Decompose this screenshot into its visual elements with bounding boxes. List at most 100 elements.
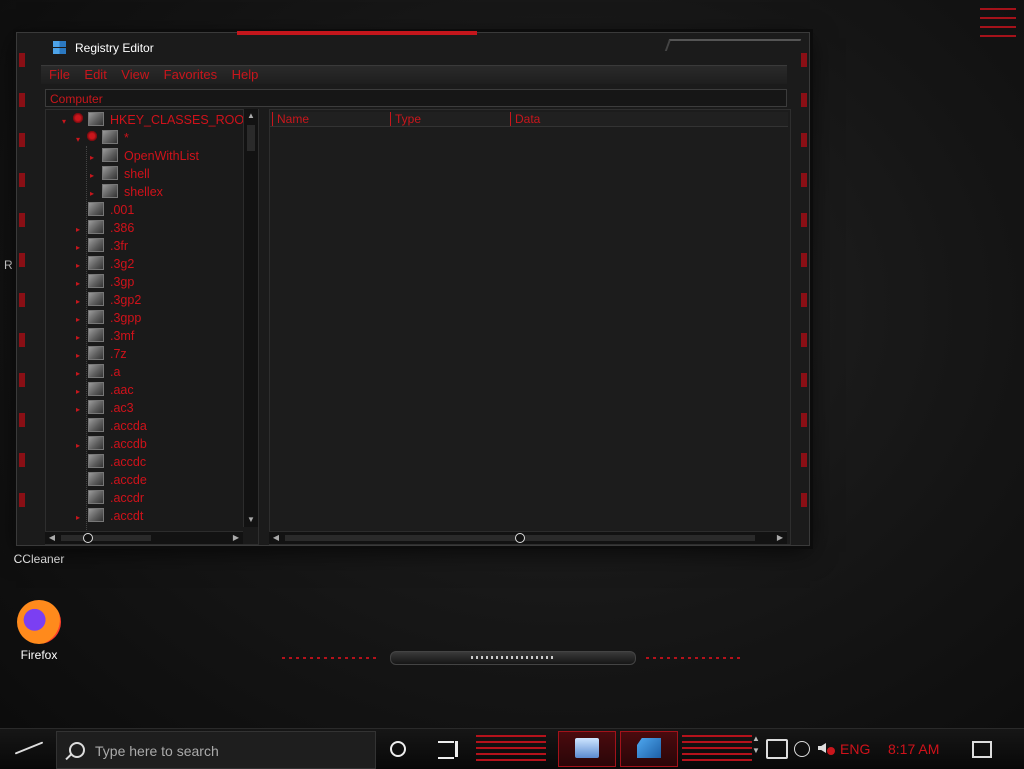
tree-node-label: shell	[124, 167, 150, 181]
menu-edit[interactable]: Edit	[84, 66, 106, 84]
tree-node-label: .accdc	[110, 455, 147, 469]
tree-node[interactable]: .accdr	[76, 489, 144, 507]
firefox-icon	[17, 600, 61, 644]
tree-node-label: .386	[110, 221, 135, 235]
tree-node[interactable]: ▸ .3fr	[76, 237, 128, 255]
title-bar[interactable]: Registry Editor	[17, 33, 809, 61]
tree-node[interactable]: ▸ .386	[76, 219, 134, 237]
scroll-left-arrow-icon[interactable]: ◀	[47, 533, 57, 543]
folder-icon	[88, 508, 104, 522]
network-globe-icon[interactable]	[794, 741, 810, 757]
taskbar-app-registry-editor[interactable]	[620, 731, 678, 767]
scroll-right-arrow-icon[interactable]: ▶	[775, 533, 785, 543]
tree-node-label: HKEY_CLASSES_ROO	[110, 113, 245, 127]
security-shield-icon[interactable]	[766, 739, 788, 759]
taskbar: Type here to search ▲ ▼ ENG 8:17 AM	[0, 728, 1024, 769]
window-caption-buttons[interactable]	[664, 39, 802, 51]
folder-icon	[88, 454, 104, 468]
tree-node[interactable]: ▸ .a	[76, 363, 120, 381]
scroll-grip-icon[interactable]	[83, 533, 93, 543]
column-header-data[interactable]: Data	[510, 112, 785, 126]
tree-horizontal-scrollbar[interactable]: ◀ ▶	[45, 531, 243, 544]
tree-node[interactable]: ▸ .3g2	[76, 255, 134, 273]
tree-vertical-scrollbar[interactable]: ▲ ▼	[243, 109, 258, 527]
value-list-pane[interactable]: Name Type Data	[269, 109, 791, 545]
wallpaper-dock-bar	[390, 651, 636, 665]
folder-icon	[88, 346, 104, 360]
address-text: Computer	[50, 92, 103, 106]
folder-icon	[102, 130, 118, 144]
tree-expander-icon[interactable]: ▾	[62, 113, 72, 131]
list-horizontal-scrollbar[interactable]: ◀ ▶	[269, 531, 787, 544]
menu-bar: File Edit View Favorites Help	[41, 65, 787, 84]
tree-expander-icon[interactable]: ▾	[76, 131, 86, 149]
start-button[interactable]	[4, 733, 52, 763]
tree-node-label: .accdb	[110, 437, 147, 451]
scroll-left-arrow-icon[interactable]: ◀	[271, 533, 281, 543]
tree-node[interactable]: ▸ .aac	[76, 381, 134, 399]
tree-node-label: .ac3	[110, 401, 134, 415]
menu-help[interactable]: Help	[232, 66, 259, 84]
input-language[interactable]: ENG	[840, 741, 870, 757]
key-tree-pane[interactable]: ▾ HKEY_CLASSES_ROO ▾ * ▸ OpenWithList ▸ shell ▸ s…	[45, 109, 259, 545]
tree-node-label: .3gpp	[110, 311, 142, 325]
cortana-icon[interactable]	[390, 741, 406, 757]
tree-node[interactable]: ▸ .3gp	[76, 273, 134, 291]
desktop-icon-firefox[interactable]: Firefox	[8, 600, 70, 662]
tree-node[interactable]: ▸ .3gp2	[76, 291, 141, 309]
scroll-thumb[interactable]	[247, 125, 255, 151]
folder-icon	[88, 220, 104, 234]
menu-view[interactable]: View	[121, 66, 149, 84]
tree-node[interactable]: ▾ *	[76, 129, 129, 147]
menu-favorites[interactable]: Favorites	[164, 66, 217, 84]
folder-icon	[88, 328, 104, 342]
tree-node-label: .3fr	[110, 239, 129, 253]
tree-expander-icon[interactable]: ▸	[76, 509, 86, 527]
task-view-icon[interactable]	[438, 741, 458, 759]
registry-editor-icon	[637, 738, 661, 758]
notification-center-icon[interactable]	[972, 741, 992, 758]
taskbar-decoration	[682, 735, 752, 761]
tree-node[interactable]: ▸ .accdt	[76, 507, 143, 525]
folder-icon	[88, 112, 104, 126]
scroll-thumb[interactable]	[61, 535, 151, 541]
tree-node[interactable]: .accda	[76, 417, 147, 435]
taskbar-search-box[interactable]: Type here to search	[56, 731, 376, 769]
tree-node[interactable]: ▸ .3gpp	[76, 309, 141, 327]
menu-file[interactable]: File	[49, 66, 70, 84]
tree-node[interactable]: ▸ .accdb	[76, 435, 147, 453]
column-header-type[interactable]: Type	[390, 112, 505, 126]
folder-icon	[88, 382, 104, 396]
desktop-icon-ccleaner[interactable]: CCleaner	[8, 552, 70, 566]
speaker-icon[interactable]	[818, 743, 826, 753]
tree-node[interactable]: .accde	[76, 471, 147, 489]
desktop-icon-label: CCleaner	[13, 552, 65, 566]
tree-node-label: .aac	[110, 383, 134, 397]
folder-icon	[88, 238, 104, 252]
tree-node-label: .accdr	[110, 491, 145, 505]
tree-node-label: .accda	[110, 419, 147, 433]
tree-node[interactable]: .accdc	[76, 453, 146, 471]
tree-node[interactable]: ▸ .3mf	[76, 327, 134, 345]
address-bar[interactable]: Computer	[45, 89, 787, 107]
computer-icon	[575, 738, 599, 758]
scroll-grip-icon[interactable]	[515, 533, 525, 543]
registry-editor-window: Registry Editor File Edit View Favorites…	[16, 31, 810, 546]
wallpaper-line-right	[646, 657, 742, 659]
column-header-name[interactable]: Name	[272, 112, 387, 126]
scroll-down-arrow-icon[interactable]: ▼	[246, 515, 256, 525]
taskbar-decoration	[476, 735, 546, 761]
tree-node[interactable]: ▸ shellex	[90, 183, 163, 201]
tree-node[interactable]: ▸ .7z	[76, 345, 127, 363]
tree-node[interactable]: ▸ shell	[90, 165, 150, 183]
scroll-right-arrow-icon[interactable]: ▶	[231, 533, 241, 543]
taskbar-app-this-pc[interactable]	[558, 731, 616, 767]
tree-node[interactable]: .001	[76, 201, 134, 219]
tray-overflow-arrows-icon[interactable]: ▲ ▼	[752, 733, 760, 757]
tree-node[interactable]: ▸ .ac3	[76, 399, 134, 417]
tree-node[interactable]: ▾ HKEY_CLASSES_ROO	[62, 111, 244, 129]
search-placeholder: Type here to search	[95, 743, 219, 759]
scroll-up-arrow-icon[interactable]: ▲	[246, 111, 256, 121]
taskbar-clock[interactable]: 8:17 AM	[888, 741, 939, 757]
tree-node[interactable]: ▸ OpenWithList	[90, 147, 199, 165]
